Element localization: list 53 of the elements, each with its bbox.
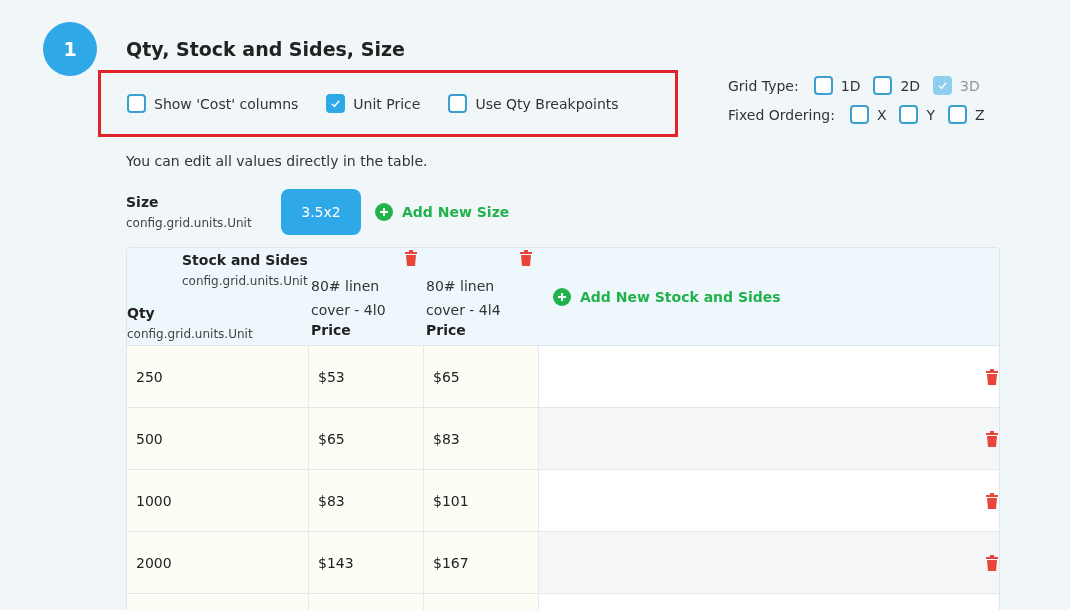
checkbox[interactable] bbox=[873, 76, 893, 95]
checkbox[interactable] bbox=[948, 105, 968, 124]
table-cell[interactable]: $53 bbox=[309, 346, 424, 407]
table-cell[interactable]: 500 bbox=[127, 408, 309, 469]
checkbox[interactable] bbox=[813, 76, 833, 95]
checkbox-option[interactable]: Use Qty Breakpoints bbox=[448, 94, 619, 113]
table-cell[interactable]: $101 bbox=[424, 470, 539, 531]
table-cell[interactable]: $167 bbox=[424, 532, 539, 593]
checkbox-option[interactable]: X bbox=[849, 105, 887, 124]
trash-icon[interactable] bbox=[985, 554, 999, 571]
table-cell[interactable]: 250 bbox=[127, 346, 309, 407]
checkbox-option[interactable]: Unit Price bbox=[326, 94, 421, 113]
plus-icon bbox=[553, 287, 571, 306]
table-cell[interactable]: $83 bbox=[424, 408, 539, 469]
column-name: 80# linen cover - 4l0 bbox=[311, 277, 387, 320]
checkbox[interactable] bbox=[326, 94, 346, 113]
trash-icon[interactable] bbox=[985, 492, 999, 509]
plus-icon bbox=[375, 203, 393, 221]
table-cell[interactable]: $143 bbox=[309, 532, 424, 593]
check-icon bbox=[330, 98, 342, 109]
column-header: Price bbox=[311, 322, 352, 338]
checkbox-option[interactable]: 2D bbox=[873, 76, 921, 95]
option-label: Grid Type: bbox=[728, 77, 799, 94]
trash-icon[interactable] bbox=[404, 250, 418, 266]
checkbox[interactable] bbox=[448, 94, 468, 113]
unit-text: config.grid.units.Unit bbox=[126, 216, 253, 230]
hint-text: You can edit all values directly in the table. bbox=[126, 153, 429, 169]
checkbox-option[interactable]: Z bbox=[948, 105, 985, 124]
qty-label: Qty bbox=[127, 305, 156, 321]
check-icon bbox=[937, 80, 949, 91]
unit-text: config.grid.units.Unit bbox=[182, 274, 309, 288]
table-cell[interactable]: $65 bbox=[424, 346, 539, 407]
column-name: 80# linen cover - 4l4 bbox=[426, 277, 502, 320]
trash-icon[interactable] bbox=[985, 368, 999, 385]
checkbox[interactable] bbox=[127, 94, 146, 113]
checkbox[interactable] bbox=[849, 105, 869, 124]
section-title: Qty, Stock and Sides, Size bbox=[126, 38, 405, 60]
trash-icon[interactable] bbox=[985, 430, 999, 447]
option-label: Fixed Ordering: bbox=[728, 106, 835, 123]
column-header: Price bbox=[426, 322, 467, 338]
checkbox-option[interactable]: Show 'Cost' columns bbox=[127, 94, 299, 113]
step-number-badge: 1 bbox=[43, 22, 97, 76]
table-cell[interactable]: $83 bbox=[309, 470, 424, 531]
checkbox-option[interactable]: 1D bbox=[813, 76, 861, 95]
checkbox[interactable] bbox=[899, 105, 919, 124]
unit-text: config.grid.units.Unit bbox=[127, 327, 254, 341]
size-label: Size bbox=[126, 194, 160, 210]
trash-icon[interactable] bbox=[519, 250, 533, 266]
table-cell[interactable]: $65 bbox=[309, 408, 424, 469]
table-cell[interactable]: 2000 bbox=[127, 532, 309, 593]
table-cell[interactable]: 1000 bbox=[127, 470, 309, 531]
checkbox-option[interactable]: Y bbox=[899, 105, 936, 124]
stock-label: Stock and Sides bbox=[182, 252, 309, 268]
